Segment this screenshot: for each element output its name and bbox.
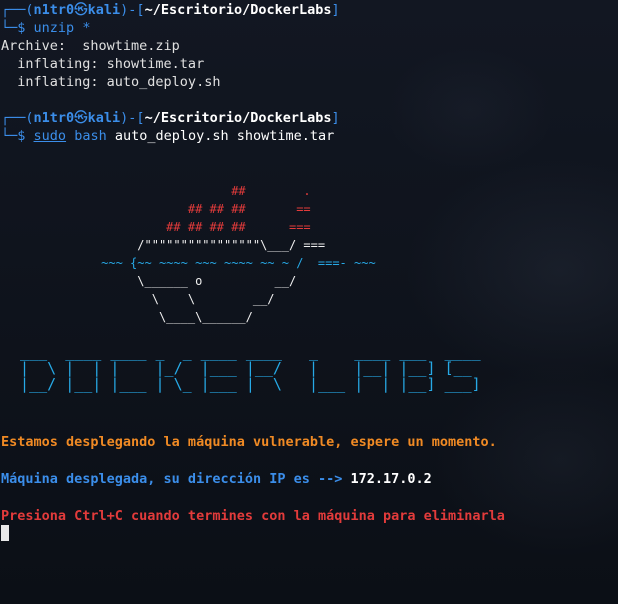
- deployed-label: Máquina desplegada, su dirección IP es -…: [1, 471, 343, 487]
- exit-hint-message: Presiona Ctrl+C cuando termines con la m…: [1, 508, 505, 524]
- prompt-path: ~/Escritorio/DockerLabs: [144, 110, 332, 126]
- whale-art-line: /""""""""""""""""\___/ ===: [0, 238, 326, 252]
- command-sudo: sudo: [33, 128, 67, 144]
- prompt-corner-top: ┌──(: [1, 2, 34, 18]
- whale-art-line: \____\______/: [0, 310, 253, 324]
- prompt-line-2: ┌──(n1tr0㉿kali)-[~/Escritorio/DockerLabs…: [1, 109, 615, 127]
- logo-art-line: |__/ |__| |___ | \_ |___ | \ |___ | | |_…: [2, 375, 481, 393]
- prompt-line-1: ┌──(n1tr0㉿kali)-[~/Escritorio/DockerLabs…: [1, 1, 615, 19]
- prompt-user: n1tr0: [33, 2, 75, 18]
- logo-art-line: ___ ____ ____ _ _ ____ ____ _ ____ ___ _…: [2, 343, 481, 361]
- prompt-separator: )-[: [120, 110, 145, 126]
- output-line: inflating: showtime.tar: [1, 56, 205, 72]
- cursor-block-icon: [1, 525, 9, 541]
- prompt-separator: )-[: [120, 2, 145, 18]
- terminal-window[interactable]: ┌──(n1tr0㉿kali)-[~/Escritorio/DockerLabs…: [1, 1, 615, 145]
- prompt-corner-bottom: └─$: [1, 20, 26, 36]
- deployed-message: Máquina desplegada, su dirección IP es -…: [1, 470, 432, 488]
- prompt-host: kali: [87, 110, 121, 126]
- docker-whale-art: ## . ## ## ## == ## ## ## ## === /""""""…: [0, 164, 376, 344]
- prompt-bracket-end: ]: [331, 110, 340, 126]
- deploying-message: Estamos desplegando la máquina vulnerabl…: [1, 434, 497, 450]
- logo-art-line: | \ | | | |_/ |___ |__/ | |__| |__] [__: [2, 359, 472, 377]
- prompt-skull-icon: ㉿: [74, 110, 88, 126]
- command-args: auto_deploy.sh showtime.tar: [114, 128, 335, 144]
- prompt-skull-icon: ㉿: [74, 2, 88, 18]
- whale-art-line: \______ o __/: [0, 274, 297, 288]
- command-bash: bash: [74, 128, 107, 144]
- prompt-corner-bottom: └─$: [1, 128, 26, 144]
- prompt-user: n1tr0: [33, 110, 75, 126]
- whale-art-line: \ \ __/: [0, 292, 275, 306]
- prompt-host: kali: [87, 2, 121, 18]
- terminal-cursor[interactable]: [1, 525, 9, 543]
- whale-art-line: ~~~ {~~ ~~~~ ~~~ ~~~~ ~~ ~ / ===- ~~~: [0, 256, 376, 270]
- command-line-1: └─$ unzip *: [1, 19, 615, 37]
- whale-art-line: ## ## ## ==: [0, 202, 311, 216]
- whale-art-line: ## .: [0, 184, 311, 198]
- prompt-path: ~/Escritorio/DockerLabs: [144, 2, 332, 18]
- command-name: unzip: [33, 20, 75, 36]
- ip-address: 172.17.0.2: [350, 471, 432, 487]
- prompt-corner-top: ┌──(: [1, 110, 34, 126]
- output-line: Archive: showtime.zip: [1, 38, 180, 54]
- command-arg: *: [82, 20, 91, 36]
- dockerlabs-logo-art: ___ ____ ____ _ _ ____ ____ _ ____ ___ _…: [2, 328, 481, 408]
- output-line: inflating: auto_deploy.sh: [1, 74, 221, 90]
- whale-art-line: ## ## ## ## ===: [0, 220, 311, 234]
- prompt-bracket-end: ]: [331, 2, 340, 18]
- command-line-2: └─$ sudo bash auto_deploy.sh showtime.ta…: [1, 127, 615, 145]
